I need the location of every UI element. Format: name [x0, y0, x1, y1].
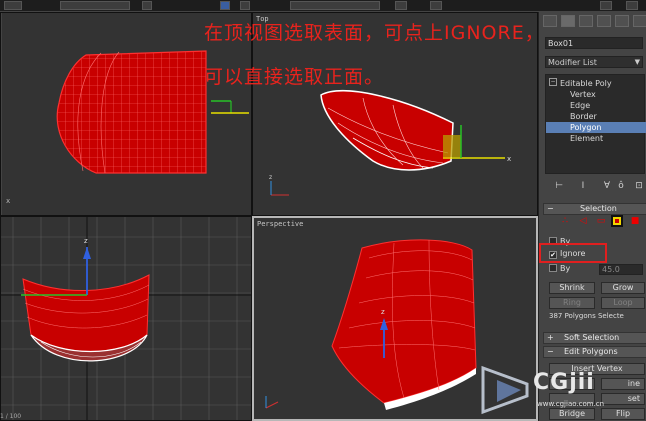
collapse-icon[interactable]: −: [549, 78, 557, 86]
modifier-stack: Editable Poly Vertex Edge Border Polygon…: [545, 74, 646, 174]
toolbar-dropdown[interactable]: [60, 1, 130, 10]
toolbar-button[interactable]: [4, 1, 22, 10]
modifier-list-dropdown[interactable]: Modifier List ▼: [545, 56, 643, 68]
mesh-perspective: [331, 239, 477, 404]
viewport-bottom-left[interactable]: z: [0, 216, 252, 421]
ignore-backfacing-checkbox[interactable]: ✔: [549, 251, 557, 259]
collapse-icon: −: [547, 204, 554, 213]
ignore-backfacing-label: Ignore: [560, 249, 586, 258]
watermark-logo-icon: [481, 365, 529, 415]
expand-icon: +: [547, 333, 554, 342]
pin-stack-icon[interactable]: ⊢: [553, 180, 565, 192]
rotate-icon[interactable]: [240, 1, 250, 10]
soft-selection-rollout-header[interactable]: + Soft Selection: [543, 332, 646, 344]
selection-set-dropdown[interactable]: [290, 1, 380, 10]
gizmo-z-label: z: [381, 308, 385, 316]
watermark: CGjii www.cgjiao.com.cn: [475, 362, 646, 421]
toolbar-button[interactable]: [142, 1, 152, 10]
toolbar-button[interactable]: [395, 1, 407, 10]
edit-polygons-title: Edit Polygons: [564, 347, 618, 356]
stack-item-edge[interactable]: Edge: [546, 100, 646, 111]
utilities-tab-icon[interactable]: [633, 15, 646, 27]
grow-button[interactable]: Grow: [601, 282, 645, 294]
vertex-mode-icon[interactable]: ∴: [559, 215, 571, 227]
show-end-result-icon[interactable]: Ⅰ: [577, 180, 589, 192]
stack-item-editable-poly[interactable]: Editable Poly: [546, 78, 646, 89]
viewport-label: Perspective: [257, 220, 304, 228]
ignore-backfacing-row[interactable]: ✔ Ignore: [549, 248, 585, 260]
loop-button[interactable]: Loop: [601, 297, 645, 309]
toolbar-button[interactable]: [626, 1, 638, 10]
configure-sets-icon[interactable]: ⊡: [633, 180, 645, 192]
angle-spinner[interactable]: 45.0: [599, 264, 643, 275]
modify-tab-icon[interactable]: [561, 15, 575, 27]
mesh-top-view: [320, 90, 454, 171]
chevron-down-icon: ▼: [634, 58, 640, 66]
axis-label-x: x: [6, 197, 10, 205]
create-tab-icon[interactable]: [543, 15, 557, 27]
viewport-bottom-left-canvas: z: [1, 217, 251, 420]
selection-rollout-header[interactable]: − Selection: [543, 203, 646, 215]
selection-rollout-title: Selection: [580, 204, 617, 213]
annotation-line-2: 可以直接选取正面。: [204, 66, 385, 88]
stack-item-element[interactable]: Element: [546, 133, 646, 144]
edit-polygons-rollout-header[interactable]: − Edit Polygons: [543, 346, 646, 358]
border-mode-icon[interactable]: ▭: [595, 215, 607, 227]
stack-item-polygon[interactable]: Polygon: [546, 122, 646, 133]
motion-tab-icon[interactable]: [597, 15, 611, 27]
stack-toolbar: ⊢ Ⅰ ∀ ô ⊡: [543, 178, 645, 194]
selection-count: 387 Polygons Selecte: [549, 312, 624, 320]
by-angle-checkbox[interactable]: [549, 264, 557, 272]
ring-button[interactable]: Ring: [549, 297, 595, 309]
modifier-list-label: Modifier List: [548, 58, 597, 67]
edge-mode-icon[interactable]: ◁: [577, 215, 589, 227]
command-panel: Box01 Modifier List ▼ Editable Poly Vert…: [538, 12, 646, 421]
gizmo-plane: [443, 135, 461, 157]
by-angle-label: By: [560, 264, 571, 273]
gizmo-x-label: x: [507, 155, 511, 163]
soft-selection-title: Soft Selection: [564, 333, 620, 342]
element-mode-icon[interactable]: ■: [629, 215, 641, 227]
time-slider-label: 1 / 100: [0, 413, 22, 420]
annotation-line-1: 在顶视图选取表面，可点上IGNORE，: [204, 22, 545, 44]
watermark-brand: CGjii: [533, 370, 595, 395]
display-tab-icon[interactable]: [615, 15, 629, 27]
stack-item-vertex[interactable]: Vertex: [546, 89, 646, 100]
axis-label-z: z: [269, 174, 272, 181]
mesh-top-view: [56, 50, 207, 174]
toolbar-button[interactable]: [600, 1, 612, 10]
shrink-button[interactable]: Shrink: [549, 282, 595, 294]
hierarchy-tab-icon[interactable]: [579, 15, 593, 27]
toolbar-button[interactable]: [430, 1, 442, 10]
stack-item-border[interactable]: Border: [546, 111, 646, 122]
remove-modifier-icon[interactable]: ô: [615, 180, 627, 192]
polygon-mode-icon[interactable]: [611, 215, 623, 227]
gizmo-z-label: z: [84, 237, 88, 245]
main-toolbar: [0, 0, 646, 12]
make-unique-icon[interactable]: ∀: [601, 180, 613, 192]
select-move-icon[interactable]: [220, 1, 230, 10]
object-name-field[interactable]: Box01: [545, 37, 643, 49]
watermark-url: www.cgjiao.com.cn: [537, 400, 605, 408]
collapse-icon: −: [547, 347, 554, 356]
by-angle-row[interactable]: By: [549, 263, 570, 275]
